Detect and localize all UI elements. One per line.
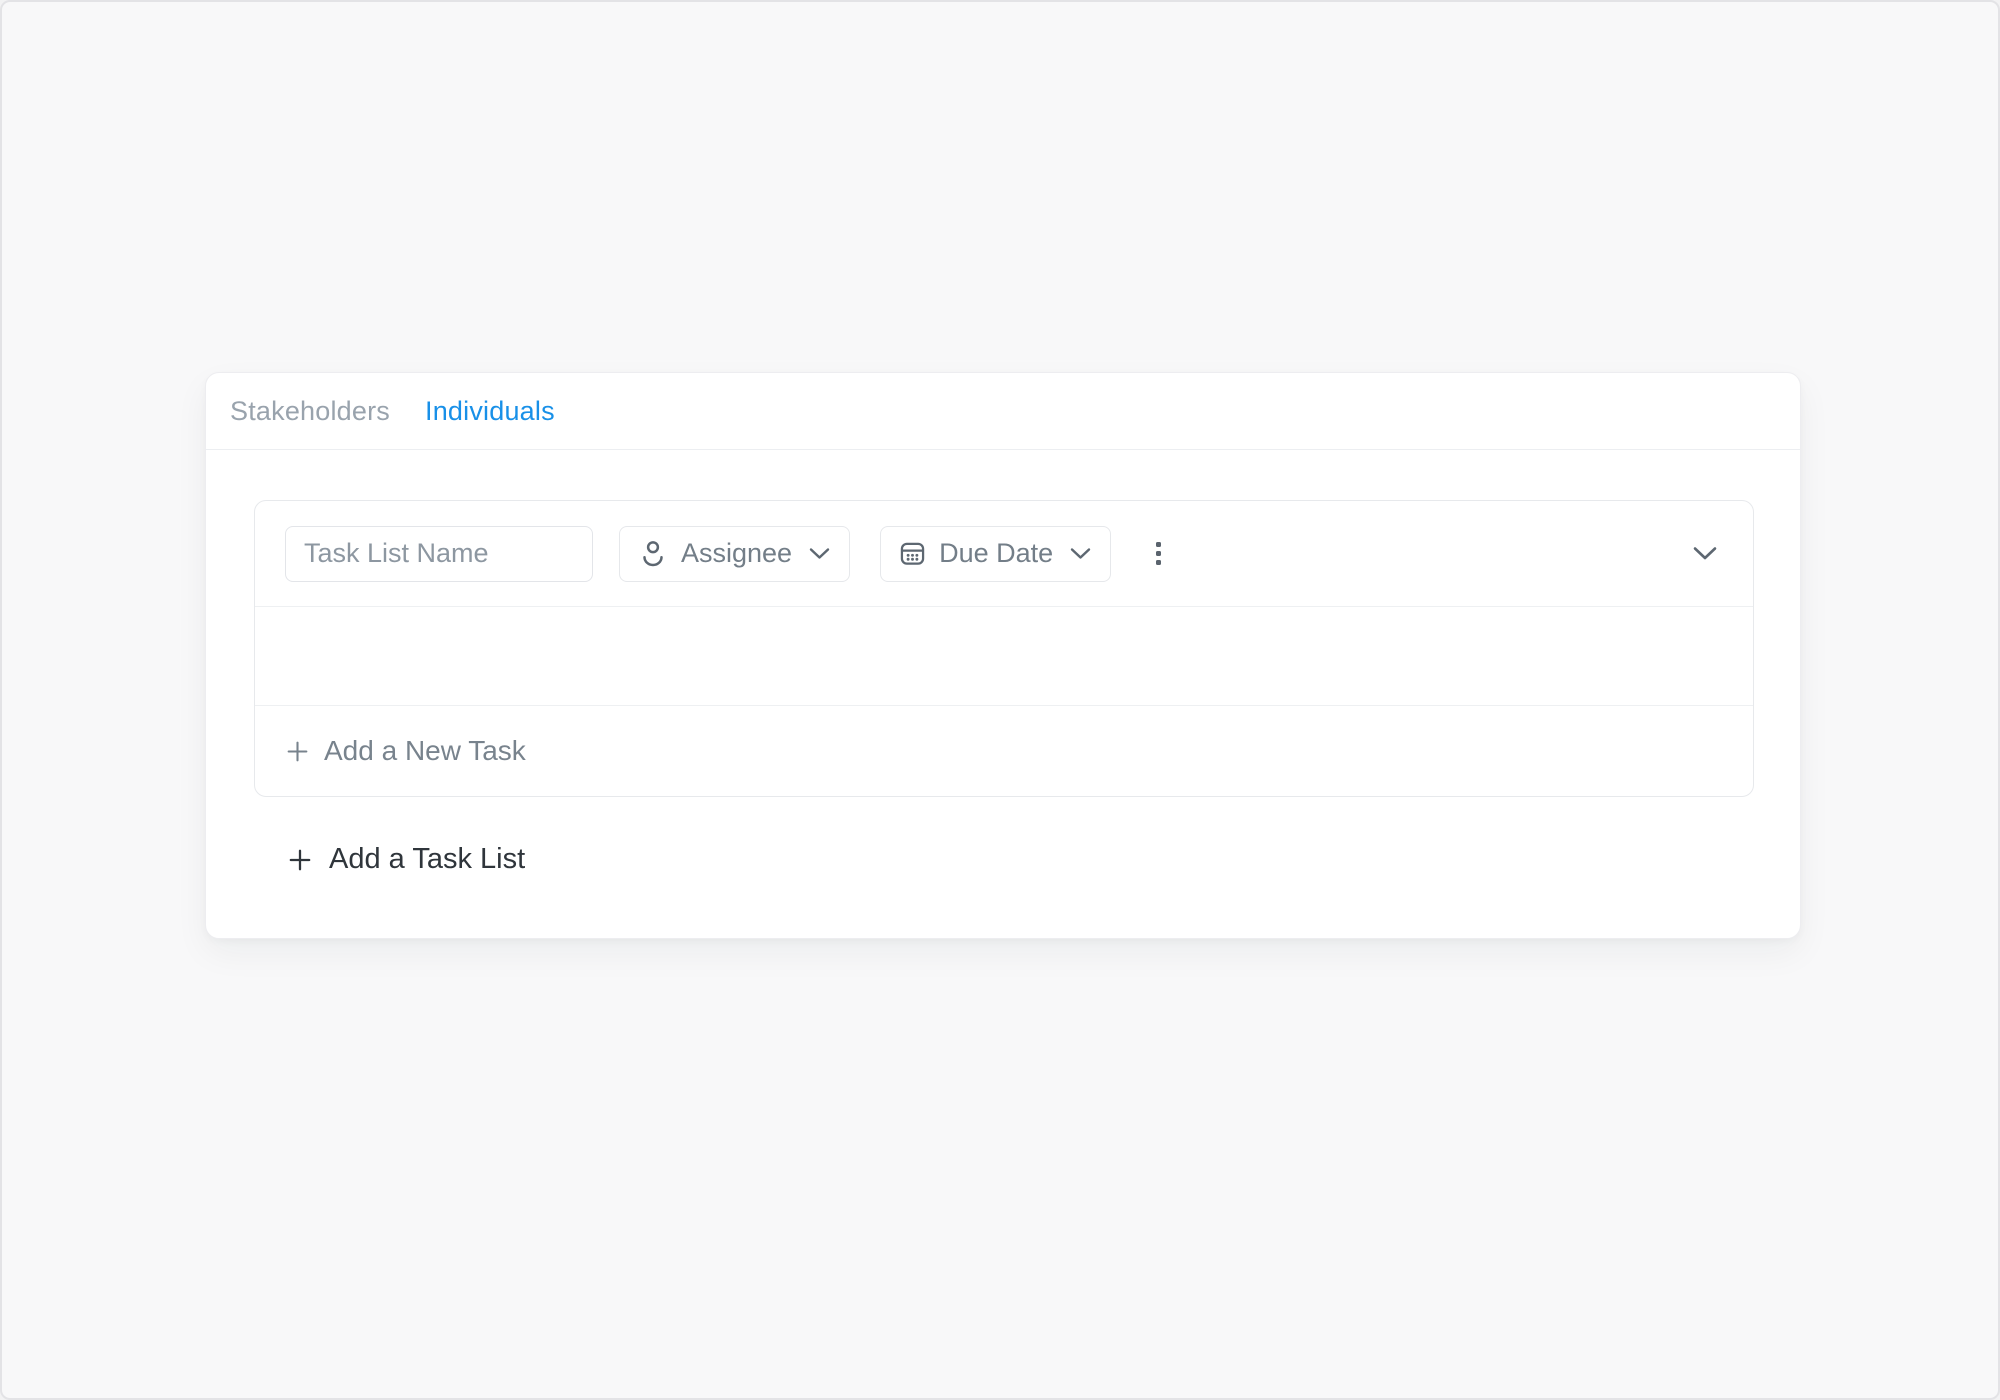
task-list-empty-area: [255, 607, 1753, 706]
tab-bar: Stakeholders Individuals: [206, 373, 1800, 450]
assignee-dropdown-button[interactable]: Assignee: [619, 526, 850, 582]
plus-icon: [287, 847, 313, 873]
task-list-name-input[interactable]: [285, 526, 593, 582]
task-board-card: Stakeholders Individuals Assignee: [205, 372, 1801, 939]
task-list-container: Assignee: [254, 500, 1754, 797]
plus-icon: [285, 739, 310, 764]
chevron-down-icon: [1070, 547, 1091, 560]
assignee-label: Assignee: [681, 538, 792, 569]
chevron-down-icon: [1693, 546, 1717, 561]
add-new-task-label: Add a New Task: [324, 735, 526, 767]
tab-panel-individuals: Assignee: [206, 450, 1800, 878]
collapse-task-list-button[interactable]: [1693, 546, 1717, 561]
tab-stakeholders[interactable]: Stakeholders: [230, 396, 390, 427]
add-task-list-button[interactable]: Add a Task List: [287, 843, 525, 876]
due-date-dropdown-button[interactable]: Due Date: [880, 526, 1111, 582]
kebab-menu-icon[interactable]: [1150, 534, 1167, 573]
tab-individuals[interactable]: Individuals: [425, 396, 555, 427]
user-icon: [638, 539, 668, 569]
add-new-task-button[interactable]: Add a New Task: [255, 706, 1753, 796]
chevron-down-icon: [809, 547, 830, 560]
add-task-list-label: Add a Task List: [329, 843, 525, 876]
task-list-header: Assignee: [255, 501, 1753, 607]
calendar-icon: [899, 540, 926, 567]
due-date-label: Due Date: [939, 538, 1053, 569]
app-canvas: Stakeholders Individuals Assignee: [0, 0, 2000, 1400]
